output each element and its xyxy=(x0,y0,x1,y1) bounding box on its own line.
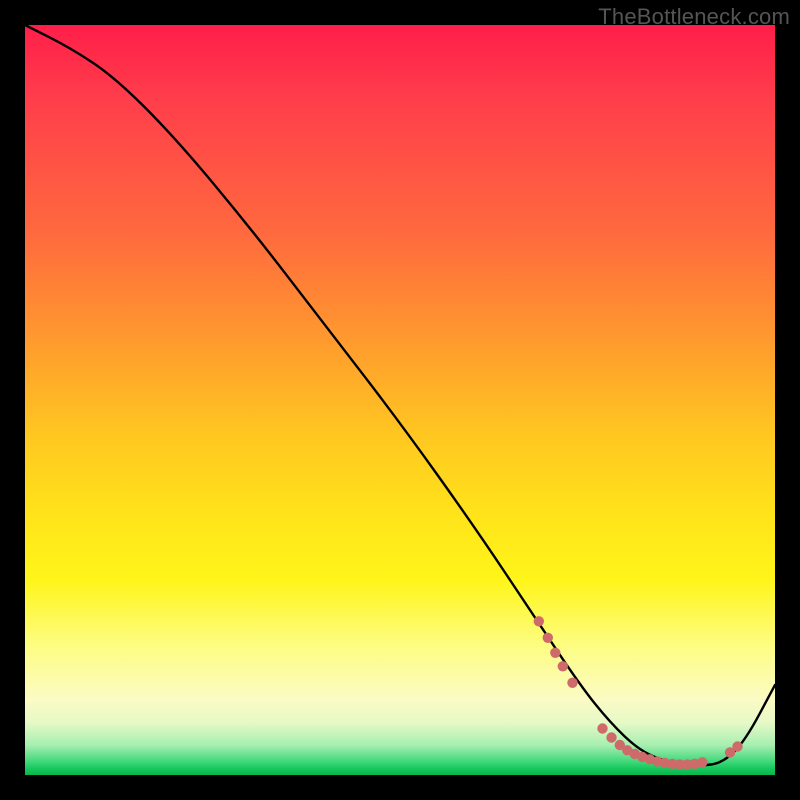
marker-dot xyxy=(558,661,568,671)
marker-dot xyxy=(606,732,616,742)
marker-dot xyxy=(543,633,553,643)
marker-dot xyxy=(697,757,707,767)
marker-dot xyxy=(732,741,742,751)
curve-layer xyxy=(25,25,775,775)
chart-frame: TheBottleneck.com xyxy=(0,0,800,800)
marker-dot xyxy=(567,678,577,688)
marker-dot xyxy=(597,723,607,733)
curve-path xyxy=(25,25,775,765)
marker-dot xyxy=(534,616,544,626)
plot-area xyxy=(25,25,775,775)
marker-dot xyxy=(550,648,560,658)
watermark-text: TheBottleneck.com xyxy=(598,4,790,30)
